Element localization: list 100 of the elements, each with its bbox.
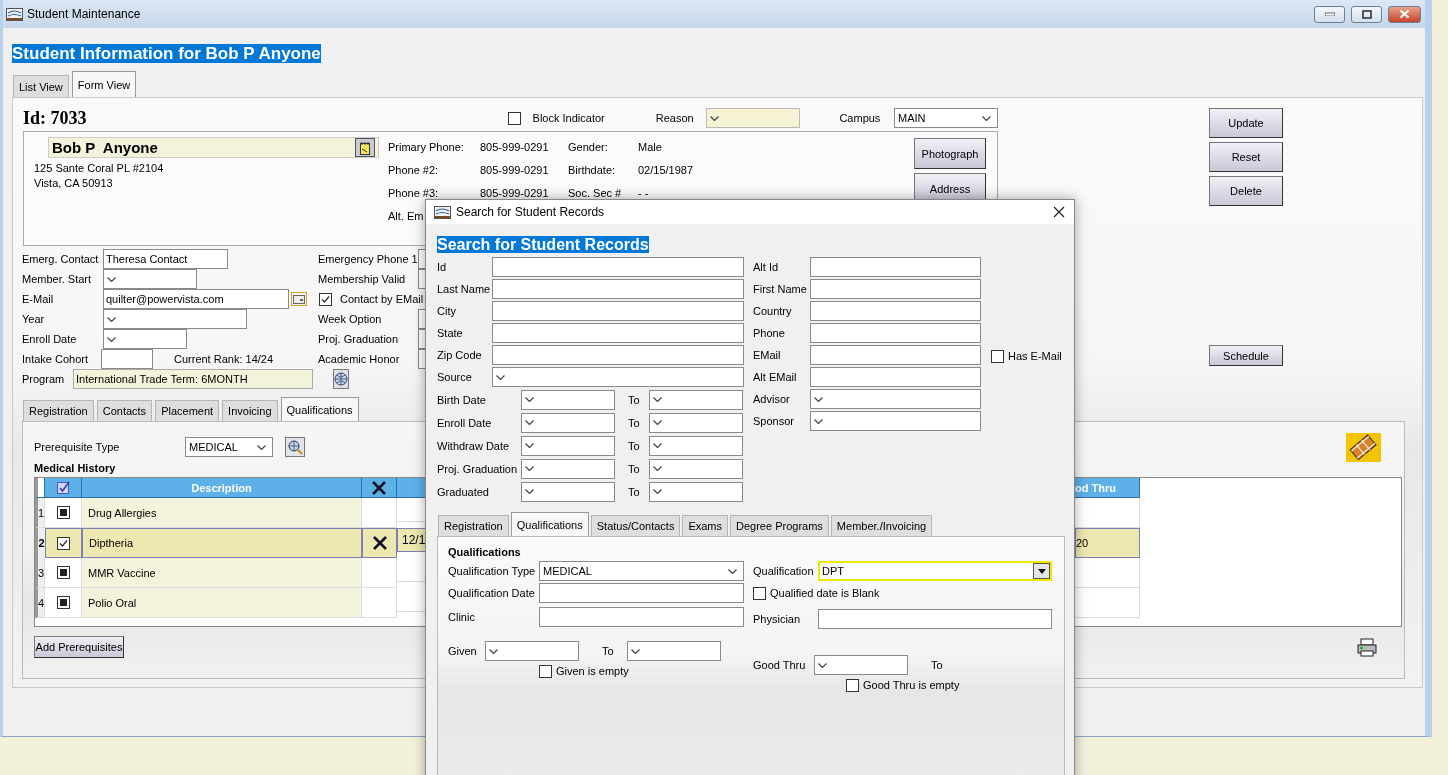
text-field[interactable] — [810, 345, 981, 365]
side-button[interactable]: Photograph — [914, 138, 986, 169]
tab[interactable]: Placement — [155, 400, 220, 421]
tab[interactable]: Degree Programs — [730, 515, 829, 536]
checkbox-label: Contact by EMail — [340, 293, 424, 305]
qualification-dropdown[interactable]: DPT — [818, 561, 1052, 581]
tab[interactable]: Registration — [23, 400, 94, 421]
action-button[interactable]: Update — [1209, 108, 1283, 138]
text-field[interactable]: quilter@powervista.com — [103, 289, 289, 309]
field-label: Week Option — [318, 313, 382, 325]
dropdown[interactable] — [810, 411, 981, 431]
action-button[interactable]: Delete — [1209, 176, 1283, 206]
text-field[interactable] — [101, 349, 153, 369]
tab[interactable]: Member./Invoicing — [830, 515, 933, 536]
chevron-down-icon — [710, 115, 720, 121]
dropdown[interactable] — [649, 435, 743, 456]
dropdown[interactable] — [521, 481, 615, 502]
dropdown[interactable]: MEDICAL — [185, 437, 273, 457]
field-label: Graduated — [437, 485, 489, 498]
dropdown[interactable]: MEDICAL — [539, 561, 744, 581]
tab[interactable]: List View — [13, 75, 69, 97]
field-label: First Name — [753, 283, 807, 295]
field-label: E-Mail — [22, 293, 54, 305]
maximize-button[interactable] — [1351, 5, 1382, 23]
dropdown[interactable] — [521, 458, 615, 479]
dropdown[interactable] — [649, 389, 743, 410]
checkbox[interactable] — [319, 292, 332, 306]
checkbox[interactable] — [539, 664, 552, 678]
tab[interactable]: Status/Contacts — [590, 515, 681, 536]
printer-icon[interactable] — [1357, 637, 1377, 657]
text-field[interactable] — [492, 257, 744, 277]
film-icon[interactable] — [1346, 432, 1381, 462]
dropdown[interactable] — [103, 309, 247, 329]
cross-icon[interactable] — [371, 479, 387, 496]
text-field[interactable] — [810, 301, 981, 321]
checked-box-icon[interactable] — [56, 481, 70, 494]
checkbox[interactable] — [56, 596, 70, 609]
field-label: To — [628, 485, 640, 498]
field-label: Phone #2: — [388, 163, 439, 176]
text-field[interactable] — [492, 345, 744, 365]
minimize-button[interactable] — [1314, 5, 1345, 23]
checkbox[interactable] — [56, 506, 70, 519]
text-field[interactable] — [492, 301, 744, 321]
tab[interactable]: Qualifications — [510, 512, 589, 536]
column-header[interactable] — [45, 478, 82, 498]
checkbox[interactable] — [846, 678, 859, 692]
dropdown[interactable] — [492, 367, 744, 387]
dropdown[interactable]: MAIN — [894, 108, 998, 128]
tab[interactable]: Invoicing — [222, 400, 278, 421]
text-field[interactable] — [492, 323, 744, 343]
text-field[interactable]: International Trade Term: 6MONTH — [73, 369, 313, 389]
checkbox[interactable] — [57, 536, 70, 550]
column-header[interactable] — [362, 478, 397, 498]
field-label: City — [437, 305, 456, 317]
text-field[interactable]: Theresa Contact — [103, 249, 228, 269]
tab[interactable]: Exams — [682, 515, 729, 536]
checkbox[interactable] — [507, 111, 521, 125]
field-label: Membership Valid — [318, 273, 406, 285]
tab[interactable]: Form View — [71, 71, 137, 97]
checkbox[interactable] — [991, 349, 1004, 363]
name-field[interactable]: Bob P Anyone — [48, 137, 379, 158]
chevron-down-icon — [257, 444, 266, 450]
text-field[interactable] — [810, 367, 981, 387]
action-button[interactable]: Reset — [1209, 142, 1283, 172]
dropdown[interactable] — [810, 389, 981, 409]
text-field[interactable] — [539, 583, 744, 603]
field-label: Emerg. Contact — [22, 253, 99, 265]
phone-value: 805-999-0291 — [480, 140, 549, 153]
text-field[interactable] — [810, 279, 981, 299]
card-icon[interactable] — [291, 292, 307, 306]
checkbox[interactable] — [56, 566, 70, 579]
dropdown[interactable] — [103, 329, 187, 349]
tab[interactable]: Registration — [438, 515, 509, 536]
dropdown[interactable] — [649, 458, 743, 479]
text-field[interactable] — [492, 279, 744, 299]
text-field[interactable] — [810, 323, 981, 343]
dropdown[interactable] — [649, 412, 743, 433]
text-field[interactable] — [818, 609, 1052, 629]
text-field[interactable] — [810, 257, 981, 277]
dropdown[interactable] — [521, 389, 615, 410]
dropdown[interactable] — [521, 435, 615, 456]
text-field[interactable] — [539, 607, 744, 627]
dropdown[interactable] — [627, 641, 721, 661]
tab[interactable]: Contacts — [96, 400, 153, 421]
notepad-icon[interactable] — [355, 138, 375, 157]
field-label: To — [931, 659, 943, 671]
cross-icon[interactable] — [371, 535, 388, 551]
chevron-down-icon — [814, 396, 823, 402]
phone-value: 805-999-0291 — [480, 186, 549, 199]
search-icon[interactable] — [285, 437, 305, 457]
globe-icon[interactable] — [333, 369, 349, 389]
tab[interactable]: Qualifications — [280, 397, 359, 421]
schedule-button[interactable]: Schedule — [1209, 345, 1283, 366]
dropdown[interactable] — [649, 481, 743, 502]
dropdown[interactable] — [521, 412, 615, 433]
add-button[interactable]: Add Prerequisites — [34, 636, 124, 658]
table-cell: Drug Allergies — [82, 498, 362, 528]
checkbox[interactable] — [753, 586, 766, 600]
chevron-down-icon — [653, 420, 662, 425]
dropdown[interactable] — [103, 269, 197, 289]
